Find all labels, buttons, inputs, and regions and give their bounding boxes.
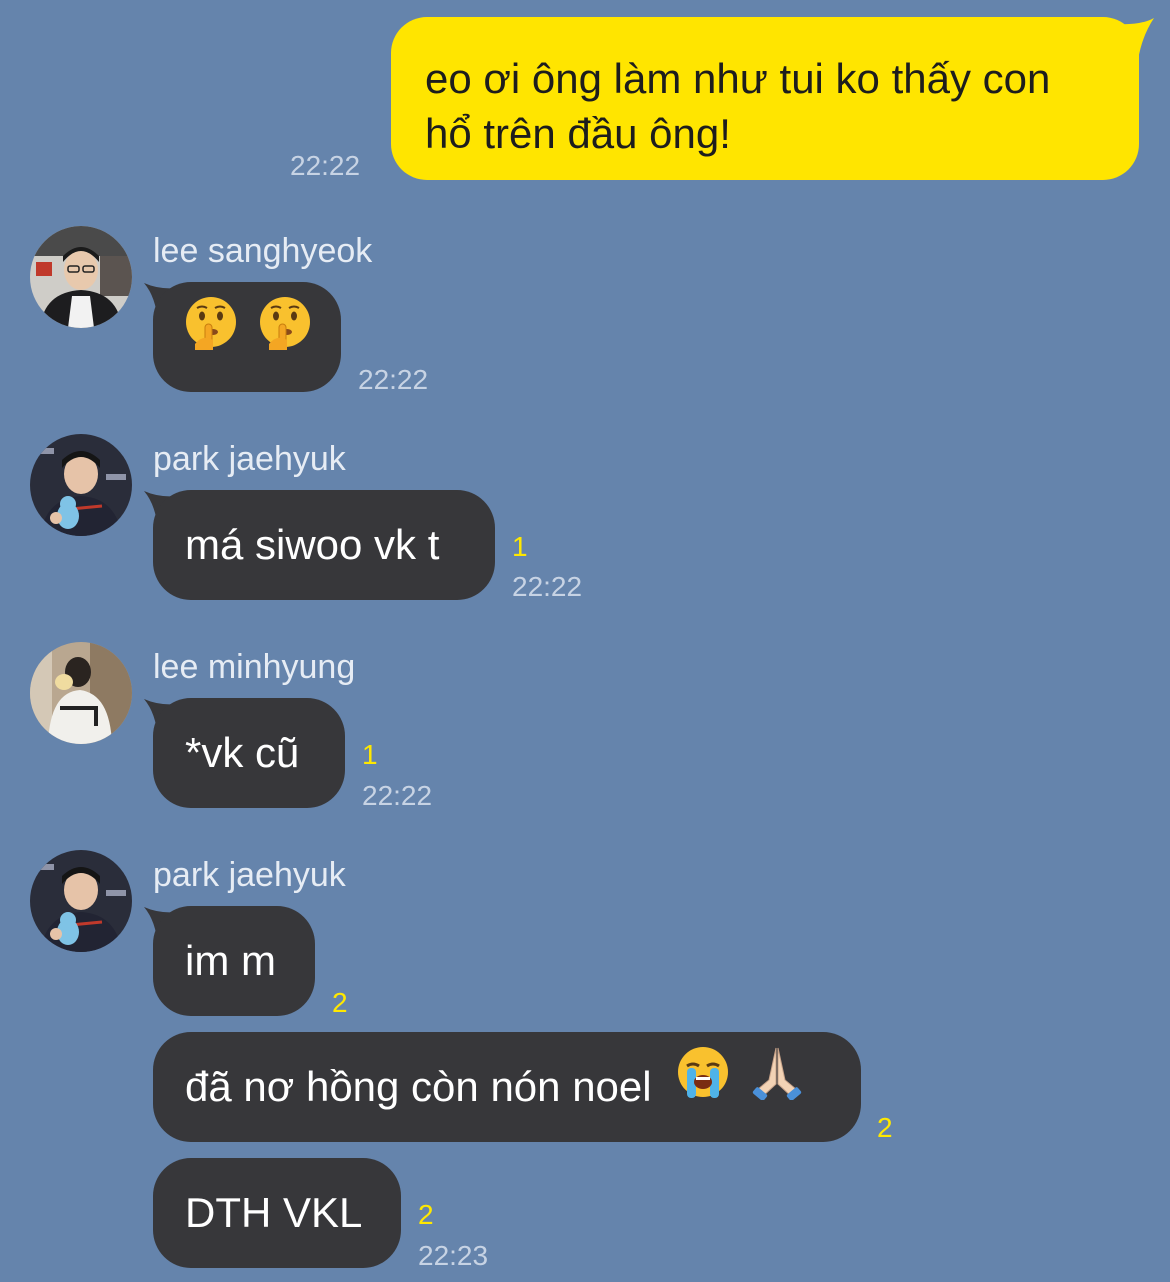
shushing-face-icon	[183, 281, 239, 391]
message-text: im m	[185, 937, 276, 984]
profile-photo-icon	[30, 850, 132, 952]
unread-count: 2	[332, 987, 348, 1018]
unread-count: 2	[418, 1199, 434, 1230]
message-text: má siwoo vk t	[185, 521, 440, 568]
unread-count: 1	[512, 531, 528, 562]
sender-name: lee minhyung	[153, 648, 356, 686]
profile-photo-icon	[30, 434, 132, 536]
incoming-message-bubble[interactable]: đã nơ hồng còn nón noel	[153, 1032, 861, 1142]
incoming-message-bubble[interactable]: im m	[153, 906, 315, 1016]
avatar-park-jaehyuk[interactable]	[30, 850, 132, 952]
message-text: đã nơ hồng còn nón noel	[185, 1063, 652, 1110]
sender-name: park jaehyuk	[153, 440, 346, 478]
outgoing-message-bubble[interactable]: eo ơi ông làm như tui ko thấy con hổ trê…	[391, 17, 1139, 180]
message-time: 22:22	[362, 780, 433, 811]
shushing-face-icon	[257, 281, 313, 391]
incoming-message-bubble[interactable]: DTH VKL	[153, 1158, 401, 1268]
avatar-lee-minhyung[interactable]	[30, 642, 132, 744]
message-time: 22:22	[512, 571, 583, 602]
sender-name: park jaehyuk	[153, 856, 346, 894]
unread-count: 2	[877, 1112, 893, 1143]
outgoing-message-text: eo ơi ông làm như tui ko thấy con hổ trê…	[425, 55, 1051, 157]
outgoing-message-time: 22:22	[290, 150, 361, 181]
message-text: DTH VKL	[185, 1189, 363, 1236]
loudly-crying-face-icon	[675, 1031, 731, 1141]
message-time: 22:23	[418, 1240, 489, 1271]
incoming-message-bubble[interactable]: *vk cũ	[153, 698, 345, 808]
unread-count: 1	[362, 739, 378, 770]
profile-photo-icon	[30, 226, 132, 328]
profile-photo-icon	[30, 642, 132, 744]
sender-name: lee sanghyeok	[153, 232, 373, 270]
incoming-message-bubble[interactable]	[153, 282, 341, 392]
message-time: 22:22	[358, 364, 429, 395]
message-text: *vk cũ	[185, 729, 300, 776]
avatar-park-jaehyuk[interactable]	[30, 434, 132, 536]
incoming-message-bubble[interactable]: má siwoo vk t	[153, 490, 495, 600]
avatar-lee-sanghyeok[interactable]	[30, 226, 132, 328]
folded-hands-icon	[749, 1031, 805, 1141]
